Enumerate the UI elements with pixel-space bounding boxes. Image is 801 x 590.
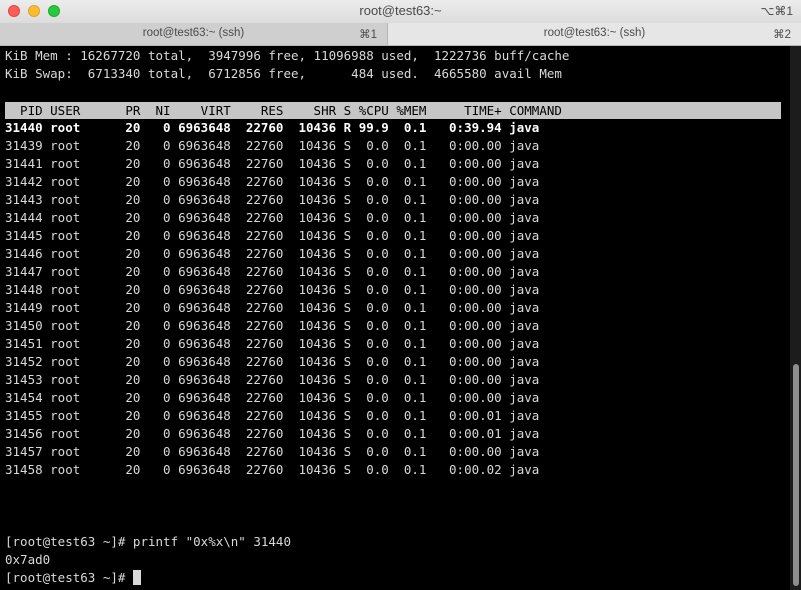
process-row: 31453 root 20 0 6963648 22760 10436 S 0.…	[5, 372, 540, 387]
scrollbar[interactable]	[790, 46, 801, 590]
text-cursor	[132, 570, 141, 585]
process-row: 31441 root 20 0 6963648 22760 10436 S 0.…	[5, 156, 540, 171]
process-row: 31449 root 20 0 6963648 22760 10436 S 0.…	[5, 300, 540, 315]
process-row: 31454 root 20 0 6963648 22760 10436 S 0.…	[5, 390, 540, 405]
window-shortcut: ⌥⌘1	[760, 4, 793, 18]
process-row: 31457 root 20 0 6963648 22760 10436 S 0.…	[5, 444, 540, 459]
tab-1-label: root@test63:~ (ssh)	[142, 27, 245, 39]
title-bar: root@test63:~ ⌥⌘1	[0, 0, 801, 24]
shell-prompt-line[interactable]: [root@test63 ~]#	[5, 569, 141, 587]
process-row: 31446 root 20 0 6963648 22760 10436 S 0.…	[5, 246, 540, 261]
process-row: 31439 root 20 0 6963648 22760 10436 S 0.…	[5, 138, 540, 153]
window-title: root@test63:~	[359, 3, 442, 18]
tab-1[interactable]: root@test63:~ (ssh) ⌘1	[0, 23, 388, 45]
process-table-header-text: PID USER PR NI VIRT RES SHR S %CPU %MEM …	[5, 103, 562, 118]
tab-2[interactable]: root@test63:~ (ssh) ⌘2	[388, 23, 801, 45]
process-table-header: PID USER PR NI VIRT RES SHR S %CPU %MEM …	[5, 102, 781, 119]
process-row: 31455 root 20 0 6963648 22760 10436 S 0.…	[5, 408, 540, 423]
process-row: 31458 root 20 0 6963648 22760 10436 S 0.…	[5, 462, 540, 477]
tab-2-shortcut: ⌘2	[773, 29, 791, 41]
scrollbar-thumb[interactable]	[793, 364, 799, 586]
printf-command-line: [root@test63 ~]# printf "0x%x\n" 31440	[5, 534, 291, 549]
tab-1-shortcut: ⌘1	[359, 29, 377, 41]
tab-bar: root@test63:~ (ssh) ⌘1 root@test63:~ (ss…	[0, 23, 801, 46]
swap-summary-line: KiB Swap: 6713340 total, 6712856 free, 4…	[5, 66, 562, 81]
mem-summary-line: KiB Mem : 16267720 total, 3947996 free, …	[5, 48, 570, 63]
process-row: 31440 root 20 0 6963648 22760 10436 R 99…	[5, 120, 540, 135]
process-row: 31447 root 20 0 6963648 22760 10436 S 0.…	[5, 264, 540, 279]
process-row: 31444 root 20 0 6963648 22760 10436 S 0.…	[5, 210, 540, 225]
shell-prompt: [root@test63 ~]#	[5, 570, 133, 585]
process-row: 31450 root 20 0 6963648 22760 10436 S 0.…	[5, 318, 540, 333]
terminal-pane[interactable]: KiB Mem : 16267720 total, 3947996 free, …	[0, 46, 790, 590]
process-row: 31451 root 20 0 6963648 22760 10436 S 0.…	[5, 336, 540, 351]
process-row: 31445 root 20 0 6963648 22760 10436 S 0.…	[5, 228, 540, 243]
process-row: 31456 root 20 0 6963648 22760 10436 S 0.…	[5, 426, 540, 441]
process-row: 31443 root 20 0 6963648 22760 10436 S 0.…	[5, 192, 540, 207]
process-row: 31448 root 20 0 6963648 22760 10436 S 0.…	[5, 282, 540, 297]
tab-2-label: root@test63:~ (ssh)	[543, 27, 646, 39]
printf-output-line: 0x7ad0	[5, 552, 51, 567]
process-row: 31442 root 20 0 6963648 22760 10436 S 0.…	[5, 174, 540, 189]
process-row: 31452 root 20 0 6963648 22760 10436 S 0.…	[5, 354, 540, 369]
